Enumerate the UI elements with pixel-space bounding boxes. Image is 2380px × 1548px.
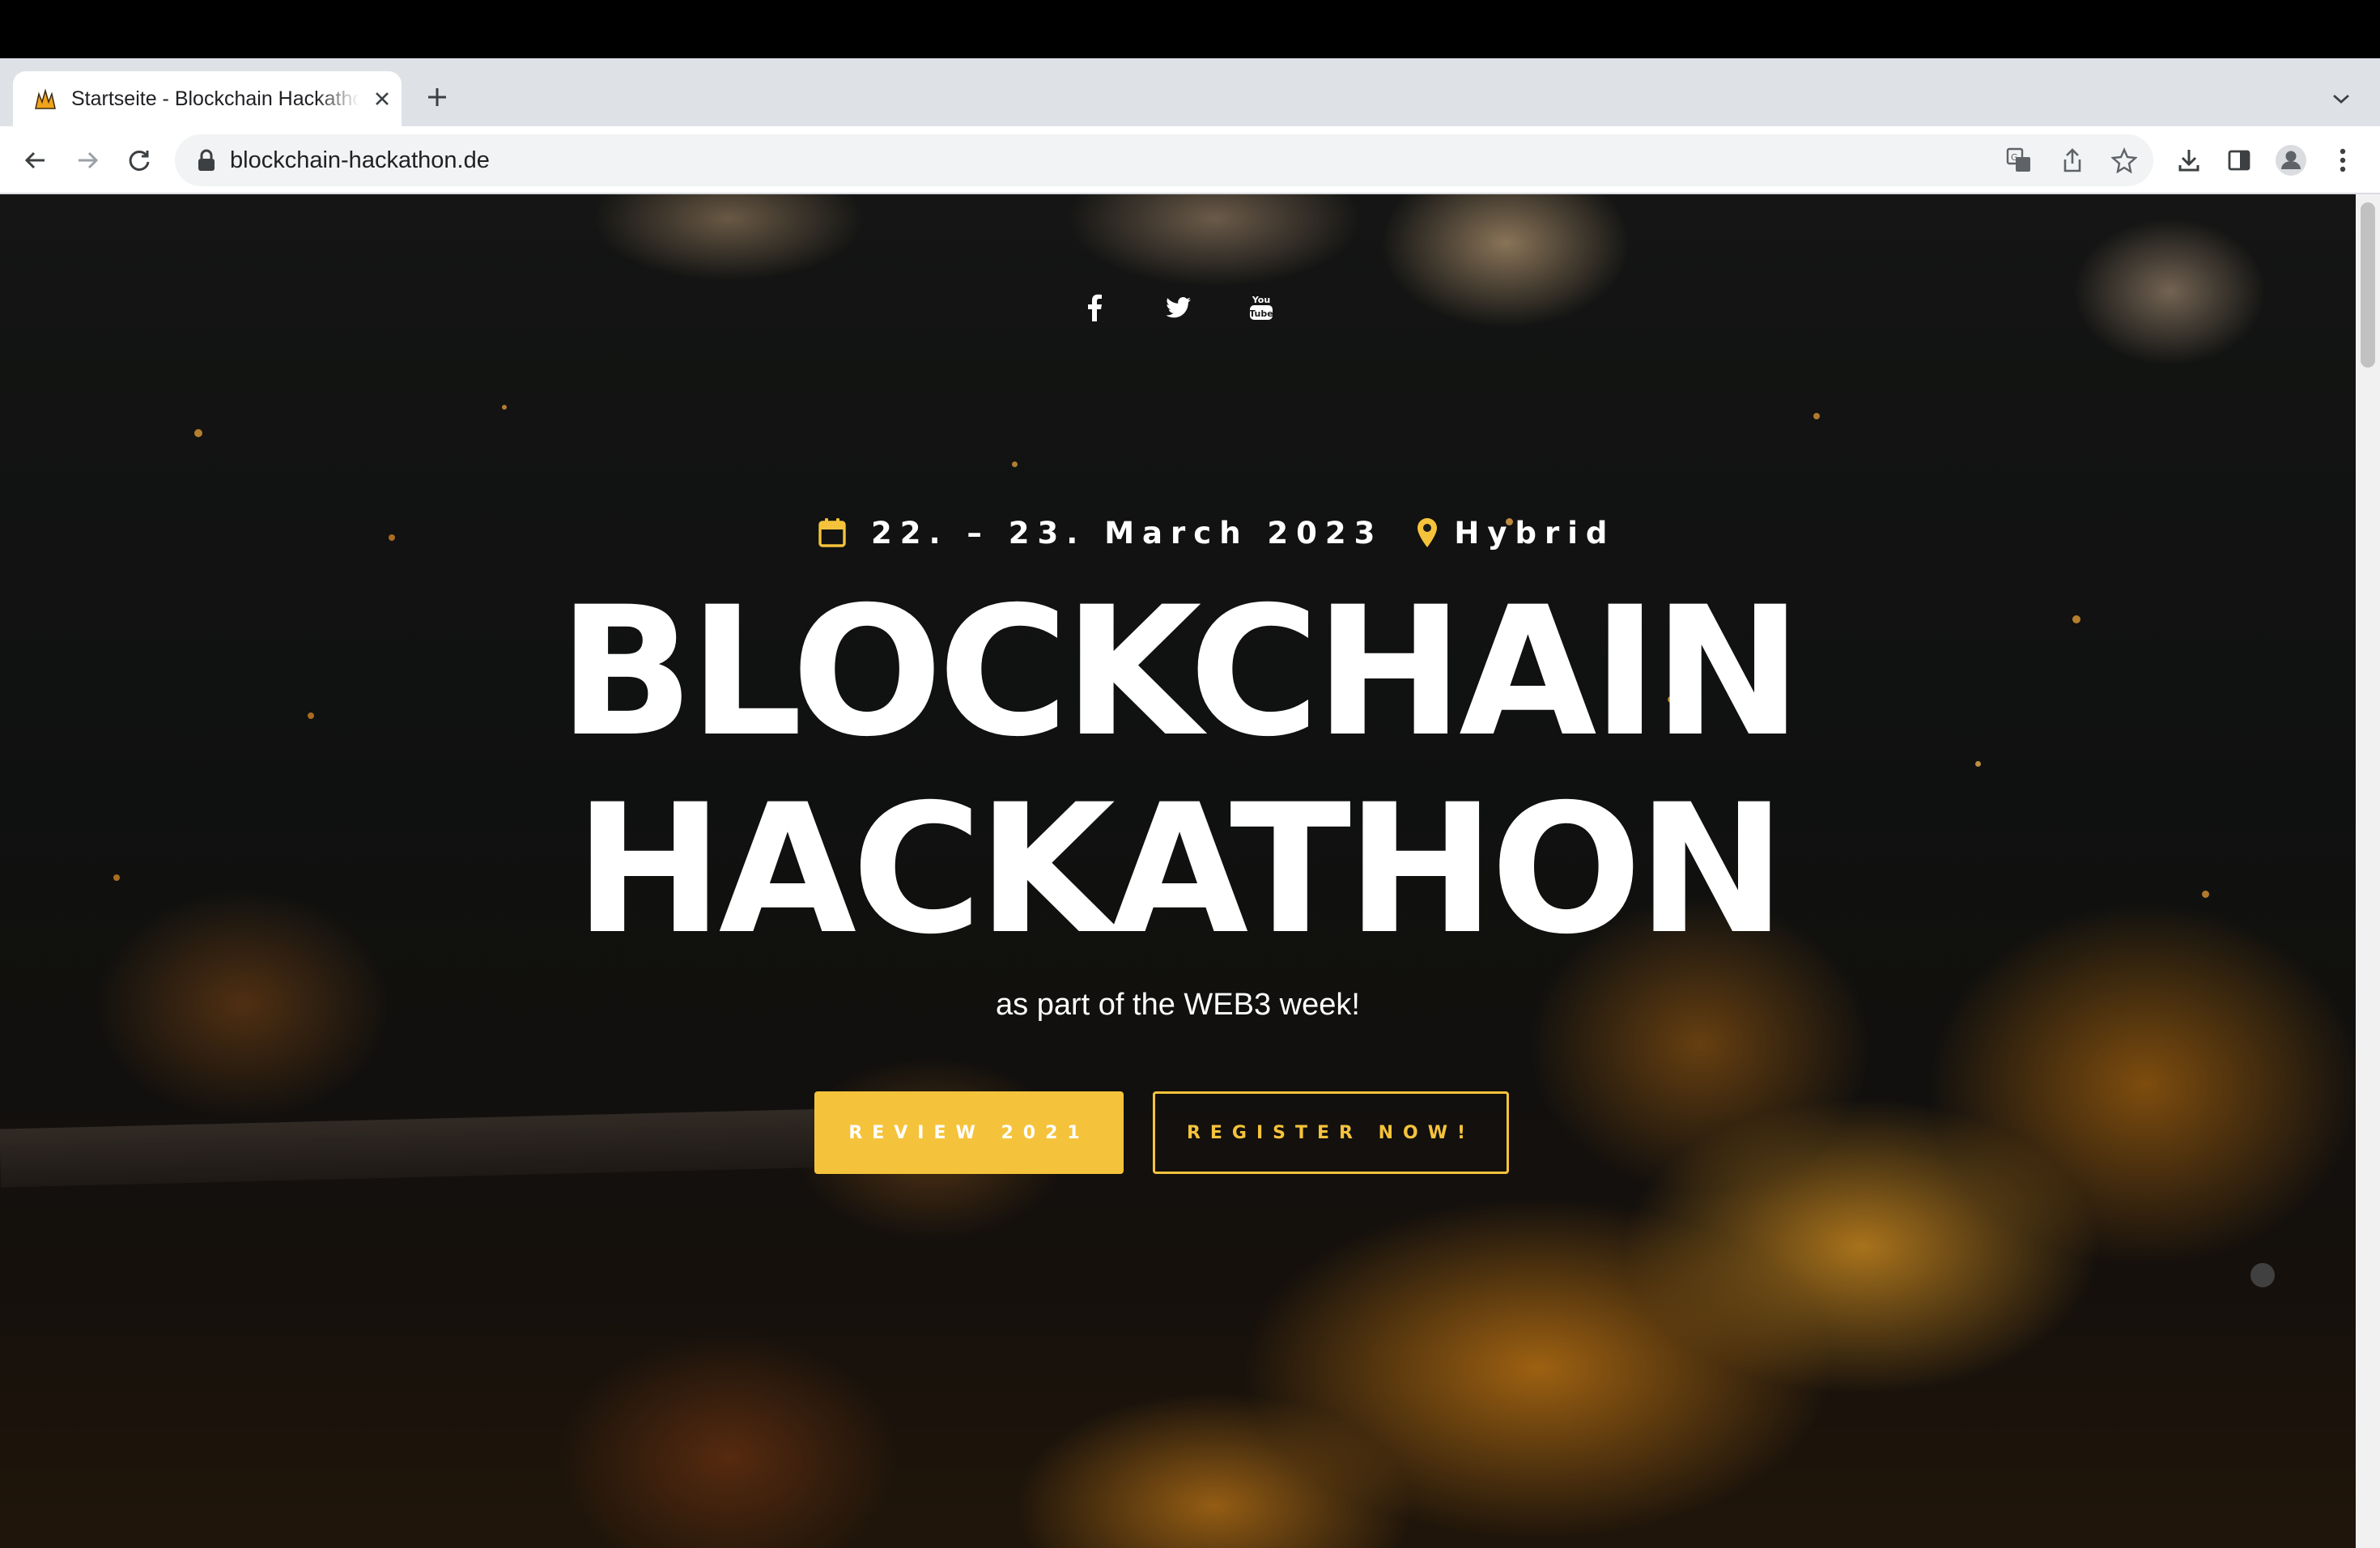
svg-text:G: G (2011, 152, 2018, 163)
forward-icon[interactable] (68, 141, 107, 180)
tab-strip: Startseite - Blockchain Hackathon (0, 58, 2380, 126)
youtube-icon[interactable]: You Tube (1242, 288, 1281, 327)
scrollbar[interactable] (2356, 194, 2380, 1548)
event-date: 22. – 23. March 2023 (871, 515, 1383, 551)
tab-close-icon[interactable] (369, 86, 395, 112)
more-menu-icon[interactable] (2323, 141, 2362, 180)
reload-icon[interactable] (120, 141, 159, 180)
event-location: Hybrid (1454, 515, 1616, 551)
location-pin-icon (1417, 518, 1438, 547)
svg-text:You: You (1252, 295, 1270, 305)
tab-title: Startseite - Blockchain Hackathon (71, 87, 359, 110)
url-text[interactable]: blockchain-hackathon.de (230, 147, 490, 173)
share-icon[interactable] (2056, 144, 2089, 176)
bookmark-star-icon[interactable] (2108, 144, 2140, 176)
back-icon[interactable] (16, 141, 55, 180)
facebook-icon[interactable] (1075, 288, 1114, 327)
scrollbar-thumb[interactable] (2361, 202, 2375, 368)
favicon-icon (35, 88, 56, 109)
hero-subtitle: as part of the WEB3 week! (996, 988, 1360, 1022)
browser-tab[interactable]: Startseite - Blockchain Hackathon (13, 71, 402, 126)
calendar-icon (818, 518, 846, 547)
lock-icon[interactable] (196, 149, 217, 172)
hero-section: You Tube 22. – 23. March 2023 Hybrid BLO… (0, 194, 2356, 1548)
translate-icon[interactable]: G (2003, 144, 2035, 176)
new-tab-icon[interactable] (421, 81, 453, 113)
side-panel-icon[interactable] (2220, 141, 2259, 180)
download-icon[interactable] (2170, 141, 2208, 180)
svg-text:Tube: Tube (1249, 308, 1273, 319)
browser-toolbar: blockchain-hackathon.de G (0, 126, 2380, 194)
review-2021-button[interactable]: REVIEW 2021 (814, 1091, 1124, 1174)
headline-line-1: BLOCKCHAIN (558, 568, 1803, 776)
address-bar[interactable]: blockchain-hackathon.de G (175, 134, 2153, 186)
event-meta: 22. – 23. March 2023 Hybrid (818, 508, 1615, 557)
twitter-icon[interactable] (1159, 288, 1198, 327)
register-now-button[interactable]: REGISTER NOW! (1153, 1091, 1509, 1174)
tab-search-chevron-icon[interactable] (2325, 83, 2357, 115)
headline-line-2: HACKATHON (574, 766, 1787, 973)
profile-avatar-icon[interactable] (2272, 141, 2310, 180)
system-top-bar (0, 0, 2380, 58)
page-viewport: You Tube 22. – 23. March 2023 Hybrid BLO… (0, 194, 2380, 1548)
